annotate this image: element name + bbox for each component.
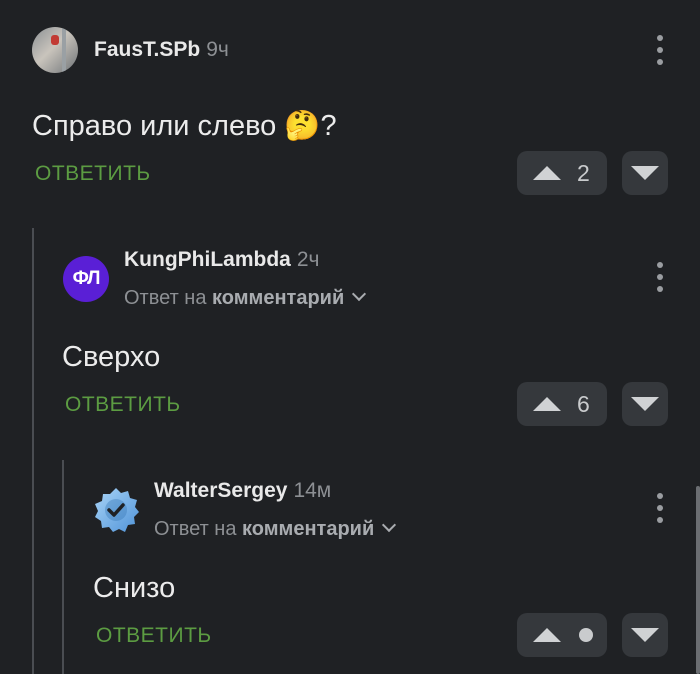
- reply-button[interactable]: ОТВЕТИТЬ: [65, 393, 181, 417]
- downvote-button[interactable]: [622, 613, 668, 657]
- reply-button[interactable]: ОТВЕТИТЬ: [96, 624, 212, 648]
- comment-author[interactable]: WalterSergey 14м: [154, 479, 331, 503]
- thinking-face-emoji: 🤔: [284, 110, 321, 142]
- downvote-arrow-icon: [631, 397, 659, 411]
- more-options-icon[interactable]: [650, 35, 670, 65]
- comment-time: 9ч: [206, 38, 229, 61]
- reply-to-link[interactable]: Ответ на комментарий: [124, 286, 367, 310]
- vote-score-hidden-dot: [579, 628, 593, 642]
- comment-time: 2ч: [296, 248, 320, 271]
- chevron-down-icon[interactable]: [382, 517, 397, 533]
- thread-line-level-1: [32, 228, 34, 674]
- upvote-button[interactable]: 2: [517, 151, 607, 195]
- downvote-arrow-icon: [631, 166, 659, 180]
- avatar[interactable]: ФЛ: [63, 256, 109, 302]
- comment-time: 14м: [293, 479, 332, 502]
- verified-badge-icon[interactable]: [92, 486, 140, 534]
- upvote-arrow-icon: [533, 166, 561, 180]
- more-options-icon[interactable]: [650, 493, 670, 523]
- author-name[interactable]: KungPhiLambda: [124, 248, 291, 271]
- comment-author[interactable]: FausT.SPb 9ч: [94, 38, 229, 62]
- reply-to-target[interactable]: комментарий: [212, 287, 344, 309]
- chevron-down-icon[interactable]: [352, 286, 367, 302]
- vote-score: 2: [577, 159, 590, 186]
- scrollbar[interactable]: [696, 486, 700, 674]
- comment-text: Снизо: [93, 572, 176, 604]
- reply-to-link[interactable]: Ответ на комментарий: [154, 517, 397, 541]
- author-name[interactable]: WalterSergey: [154, 479, 287, 502]
- reply-to-target[interactable]: комментарий: [242, 518, 374, 540]
- upvote-button[interactable]: 6: [517, 382, 607, 426]
- author-name[interactable]: FausT.SPb: [94, 38, 200, 61]
- comment-text-body: Справо или слево: [32, 110, 277, 142]
- comment-text-suffix: ?: [320, 110, 337, 142]
- upvote-button[interactable]: [517, 613, 607, 657]
- reply-to-prefix: Ответ на: [124, 287, 207, 309]
- reply-button[interactable]: ОТВЕТИТЬ: [35, 162, 151, 186]
- downvote-button[interactable]: [622, 151, 668, 195]
- vote-score: 6: [577, 390, 590, 417]
- upvote-arrow-icon: [533, 397, 561, 411]
- downvote-arrow-icon: [631, 628, 659, 642]
- upvote-arrow-icon: [533, 628, 561, 642]
- comment-author[interactable]: KungPhiLambda 2ч: [124, 248, 319, 272]
- avatar-initials: ФЛ: [72, 268, 101, 289]
- comment-text: Сверхо: [62, 341, 161, 373]
- comment-text: Справо или слево 🤔?: [32, 109, 337, 143]
- downvote-button[interactable]: [622, 382, 668, 426]
- reply-to-prefix: Ответ на: [154, 518, 237, 540]
- more-options-icon[interactable]: [650, 262, 670, 292]
- thread-line-level-2: [62, 460, 64, 674]
- avatar[interactable]: [32, 27, 78, 73]
